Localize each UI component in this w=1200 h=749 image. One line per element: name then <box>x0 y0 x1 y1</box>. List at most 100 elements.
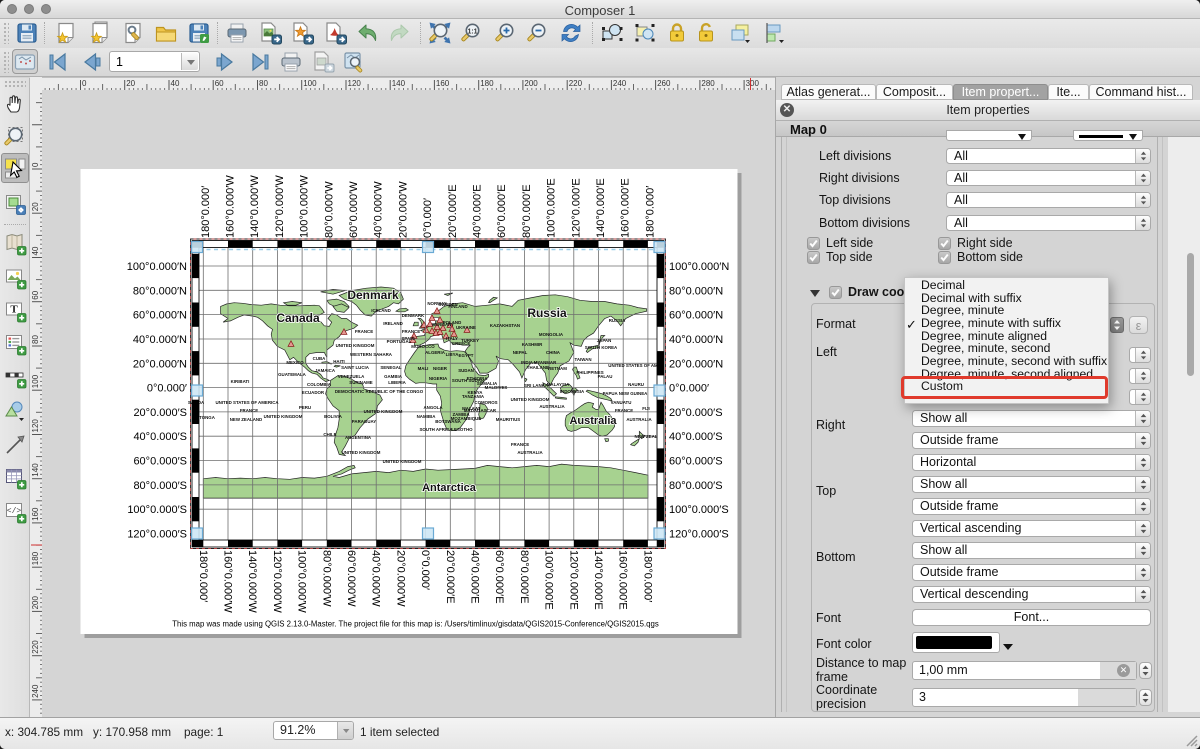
svg-text:100: 100 <box>303 79 317 88</box>
svg-text:80: 80 <box>31 335 40 344</box>
svg-text:ALGERIA: ALGERIA <box>425 350 446 355</box>
svg-text:SOMALIA: SOMALIA <box>477 381 498 386</box>
svg-text:FRANCE: FRANCE <box>240 408 258 413</box>
svg-text:MAURITIUS: MAURITIUS <box>496 417 520 422</box>
svg-text:240: 240 <box>613 79 627 88</box>
svg-text:AUSTRALIA: AUSTRALIA <box>539 404 565 409</box>
svg-text:TONGA: TONGA <box>199 415 216 420</box>
svg-text:160°0.000′E: 160°0.000′E <box>617 550 629 610</box>
svg-text:60°0.000′W: 60°0.000′W <box>348 181 360 238</box>
svg-text:20°0.000′N: 20°0.000′N <box>133 358 187 370</box>
svg-text:TAIWAN: TAIWAN <box>575 357 592 362</box>
svg-text:CUBA: CUBA <box>313 356 327 361</box>
svg-text:40°0.000′N: 40°0.000′N <box>669 334 723 346</box>
svg-text:Canada: Canada <box>276 311 320 325</box>
svg-text:180°0.000′: 180°0.000′ <box>641 550 653 602</box>
svg-text:MOZAMBIQUE: MOZAMBIQUE <box>451 416 482 421</box>
svg-text:KAZAKHSTAN: KAZAKHSTAN <box>490 323 520 328</box>
svg-text:LESOTHO: LESOTHO <box>451 427 473 432</box>
svg-text:This map was made using QGIS 2: This map was made using QGIS 2.13.0-Mast… <box>172 620 659 629</box>
svg-text:NEW ZEAL: NEW ZEAL <box>635 434 658 439</box>
svg-text:180°0.000′: 180°0.000′ <box>200 186 212 238</box>
svg-text:DEMOCRATIC REPUBLIC OF THE CON: DEMOCRATIC REPUBLIC OF THE CONGO <box>335 389 424 394</box>
svg-text:100°0.000′E: 100°0.000′E <box>546 178 558 238</box>
svg-text:VIETNAM: VIETNAM <box>547 366 567 371</box>
svg-text:PERU: PERU <box>299 405 311 410</box>
svg-text:NAMIBIA: NAMIBIA <box>417 414 437 419</box>
svg-text:160°0.000′E: 160°0.000′E <box>620 178 632 238</box>
svg-text:MYANMAR: MYANMAR <box>534 360 557 365</box>
svg-text:COLOMBIA: COLOMBIA <box>307 382 332 387</box>
svg-text:MONGOLIA: MONGOLIA <box>539 332 564 337</box>
svg-text:40: 40 <box>171 79 180 88</box>
svg-text:SOUTH KOREA: SOUTH KOREA <box>585 345 618 350</box>
svg-text:ANGOLA: ANGOLA <box>423 405 443 410</box>
svg-text:80°0.000′W: 80°0.000′W <box>323 181 335 238</box>
svg-text:40°0.000′W: 40°0.000′W <box>370 550 382 607</box>
svg-text:PHILIPPINES: PHILIPPINES <box>576 370 603 375</box>
svg-text:140°0.000′E: 140°0.000′E <box>595 178 607 238</box>
svg-text:UNITED STATES OF AMERICA: UNITED STATES OF AMERICA <box>215 400 279 405</box>
svg-text:220: 220 <box>31 640 40 654</box>
svg-text:LIBERIA: LIBERIA <box>388 380 406 385</box>
svg-text:PORTUGAL: PORTUGAL <box>387 339 412 344</box>
svg-text:MALAWI: MALAWI <box>462 406 480 411</box>
svg-text:GAMBIA: GAMBIA <box>384 374 403 379</box>
svg-text:80°0.000′N: 80°0.000′N <box>133 285 187 297</box>
svg-text:120°0.000′S: 120°0.000′S <box>669 529 729 541</box>
svg-text:0°0.000′: 0°0.000′ <box>422 198 434 238</box>
svg-text:MALAYSIA: MALAYSIA <box>547 382 570 387</box>
svg-text:SURINAME: SURINAME <box>349 380 372 385</box>
svg-text:120°0.000′W: 120°0.000′W <box>274 175 286 238</box>
svg-text:160°0.000′W: 160°0.000′W <box>222 550 234 613</box>
svg-text:FRANCE: FRANCE <box>615 408 633 413</box>
svg-text:40°0.000′S: 40°0.000′S <box>133 431 187 443</box>
svg-text:MEXICO: MEXICO <box>286 360 304 365</box>
svg-text:FRANCE: FRANCE <box>511 442 529 447</box>
svg-text:NIGERIA: NIGERIA <box>429 376 448 381</box>
svg-text:20°0.000′W: 20°0.000′W <box>397 181 409 238</box>
svg-text:T: T <box>10 304 18 316</box>
svg-text:WESTERN SAHARA: WESTERN SAHARA <box>350 352 393 357</box>
svg-text:120°0.000′E: 120°0.000′E <box>570 178 582 238</box>
svg-text:PARAGUAY: PARAGUAY <box>352 419 376 424</box>
svg-text:140°0.000′W: 140°0.000′W <box>249 175 261 238</box>
svg-text:260: 260 <box>657 79 671 88</box>
svg-text:PAPUA NEW GUINEA: PAPUA NEW GUINEA <box>603 391 648 396</box>
svg-text:200: 200 <box>31 596 40 610</box>
svg-text:220: 220 <box>569 79 583 88</box>
svg-text:40°0.000′W: 40°0.000′W <box>373 181 385 238</box>
svg-text:LIBYA: LIBYA <box>446 352 460 357</box>
svg-text:60°0.000′S: 60°0.000′S <box>133 456 187 468</box>
svg-text:ECUADOR: ECUADOR <box>302 390 325 395</box>
svg-text:120°0.000′W: 120°0.000′W <box>271 550 283 613</box>
svg-text:140°0.000′E: 140°0.000′E <box>592 550 604 610</box>
svg-text:140: 140 <box>392 79 406 88</box>
svg-text:180: 180 <box>480 79 494 88</box>
svg-text:120°0.000′E: 120°0.000′E <box>567 550 579 610</box>
svg-text:0: 0 <box>82 79 87 88</box>
svg-text:20°0.000′S: 20°0.000′S <box>133 407 187 419</box>
svg-text:200: 200 <box>524 79 538 88</box>
svg-text:80°0.000′W: 80°0.000′W <box>320 550 332 607</box>
svg-text:0: 0 <box>31 162 40 167</box>
svg-text:NIGER: NIGER <box>433 366 448 371</box>
svg-text:40: 40 <box>31 246 40 255</box>
svg-text:60°0.000′N: 60°0.000′N <box>669 310 723 322</box>
svg-text:JAMAICA: JAMAICA <box>315 368 336 373</box>
svg-text:FIJI: FIJI <box>642 406 650 411</box>
svg-text:INDIA: INDIA <box>521 360 534 365</box>
svg-text:100°0.000′N: 100°0.000′N <box>669 261 729 273</box>
svg-text:20°0.000′E: 20°0.000′E <box>447 184 459 238</box>
svg-text:40°0.000′E: 40°0.000′E <box>469 550 481 604</box>
svg-text:40°0.000′E: 40°0.000′E <box>472 184 484 238</box>
svg-text:GERMANY: GERMANY <box>432 322 455 327</box>
svg-text:Antarctica: Antarctica <box>422 482 477 494</box>
svg-text:Denmark: Denmark <box>347 288 399 302</box>
svg-text:COMOROS: COMOROS <box>474 400 497 405</box>
svg-text:180°0.000′: 180°0.000′ <box>197 550 209 602</box>
svg-text:ICELAND: ICELAND <box>371 308 391 313</box>
svg-text:280: 280 <box>701 79 715 88</box>
svg-text:GUATEMALA: GUATEMALA <box>278 372 307 377</box>
svg-text:60: 60 <box>215 79 224 88</box>
